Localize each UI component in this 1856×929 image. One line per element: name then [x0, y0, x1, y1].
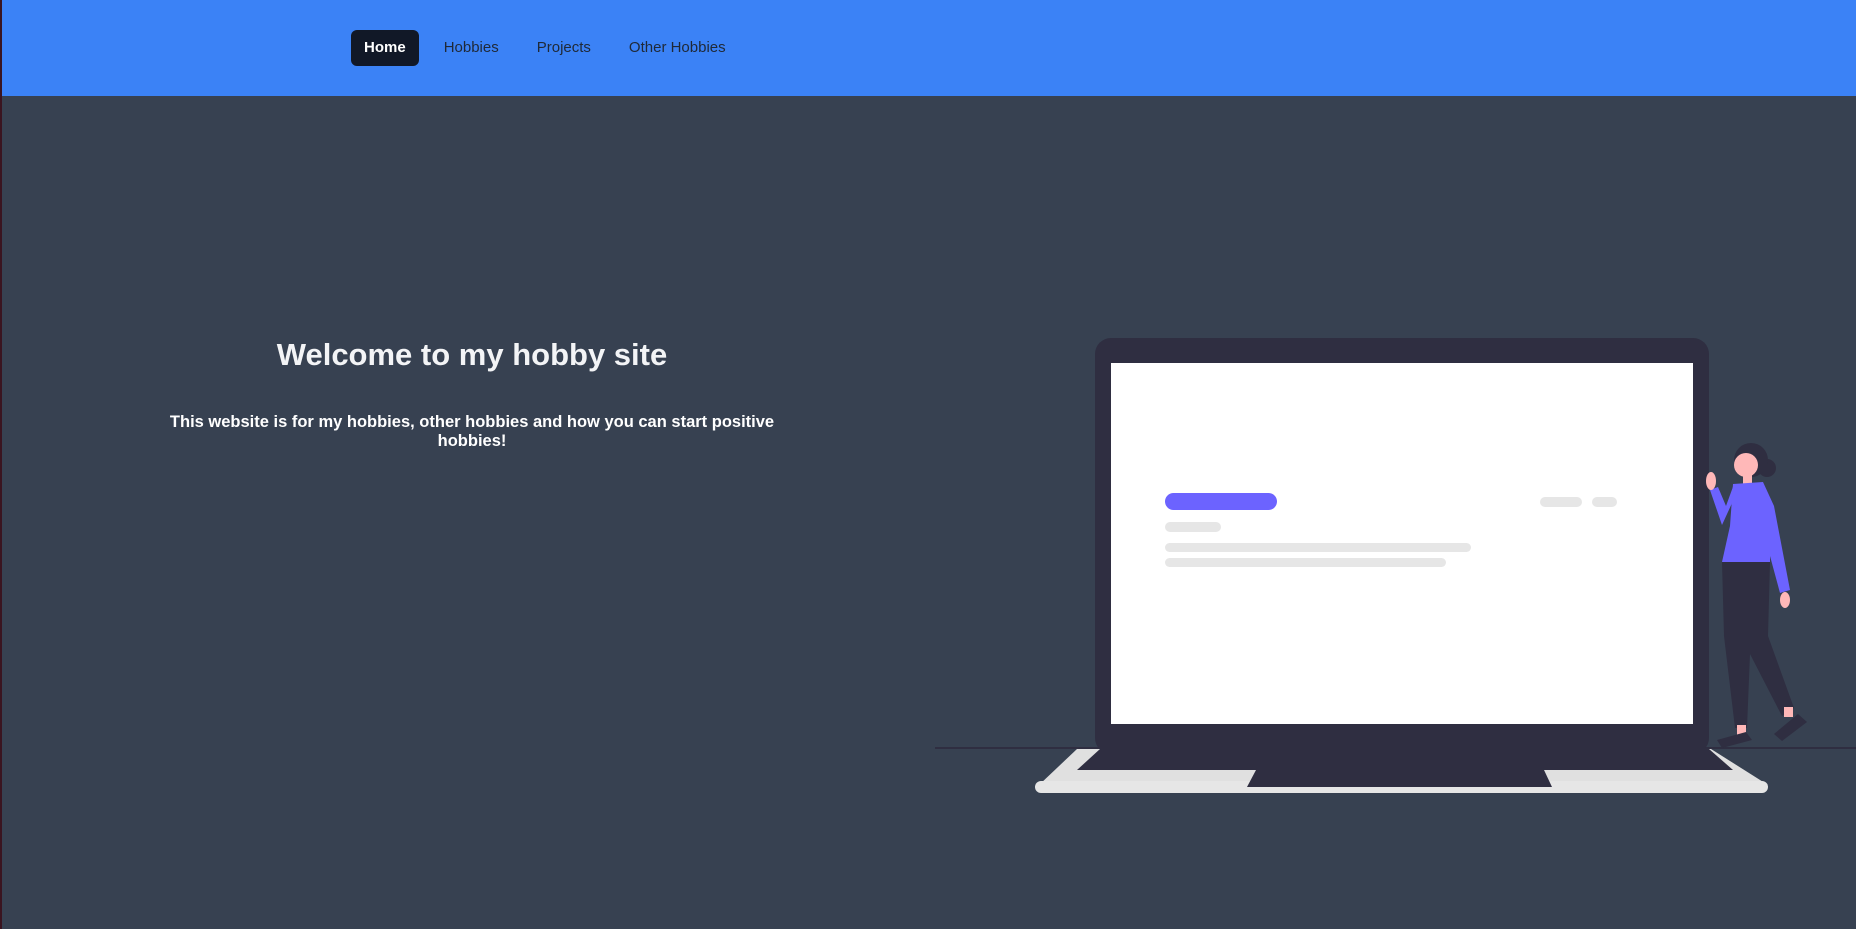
- screen-nav-placeholder-2: [1592, 497, 1617, 507]
- person-with-laptop-illustration: [935, 338, 1856, 793]
- hero-subtitle: This website is for my hobbies, other ho…: [169, 413, 775, 451]
- nav-list: Home Hobbies Projects Other Hobbies: [351, 30, 739, 66]
- head: [1734, 453, 1758, 477]
- neck: [1743, 474, 1752, 484]
- right-foot: [1784, 707, 1793, 717]
- screen-nav-placeholder-1: [1540, 497, 1582, 507]
- lower-hand: [1780, 592, 1790, 608]
- nav-projects-link[interactable]: Projects: [524, 30, 604, 66]
- nav-home-link[interactable]: Home: [351, 30, 419, 66]
- screen-text-line-1: [1165, 543, 1471, 552]
- laptop-trackpad: [1247, 770, 1552, 787]
- hero-title: Welcome to my hobby site: [276, 337, 668, 372]
- screen-text-line-2: [1165, 558, 1446, 567]
- nav-other-hobbies-link[interactable]: Other Hobbies: [616, 30, 739, 66]
- screen-accent-bar: [1165, 493, 1277, 510]
- hero-text: Welcome to my hobby site This website is…: [142, 336, 802, 451]
- raised-hand: [1706, 472, 1716, 490]
- top-navbar: Home Hobbies Projects Other Hobbies: [2, 0, 1856, 96]
- left-shoe: [1717, 732, 1752, 748]
- right-shoe: [1774, 714, 1807, 741]
- person-figure: [1706, 443, 1807, 748]
- laptop-hinge: [1077, 749, 1733, 770]
- screen-text-line-short: [1165, 522, 1221, 532]
- nav-hobbies-link[interactable]: Hobbies: [431, 30, 512, 66]
